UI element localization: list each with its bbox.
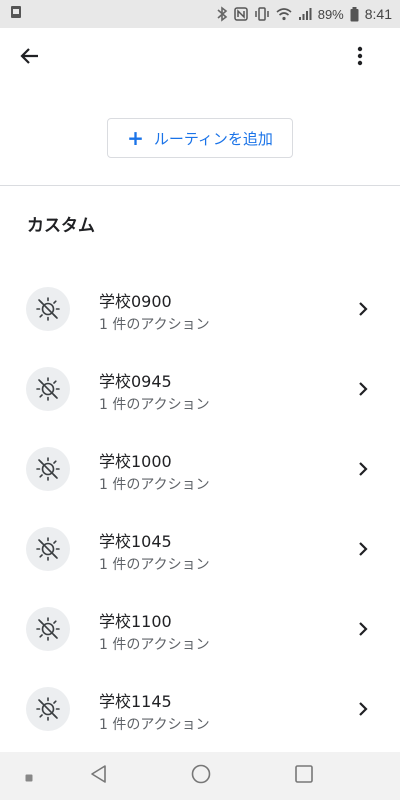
chevron-right-icon: [356, 699, 370, 719]
recents-dot-icon: [25, 767, 33, 786]
bluetooth-icon: [216, 6, 228, 22]
routine-list: 学校0900 1 件のアクション 学校0945 1 件のアクション 学校1000…: [0, 269, 400, 749]
routine-subtitle: 1 件のアクション: [99, 477, 210, 493]
routine-name: 学校0945: [99, 372, 172, 391]
add-routine-button[interactable]: + ルーティンを追加: [107, 118, 293, 158]
routine-name: 学校1000: [99, 452, 172, 471]
status-left: [8, 4, 24, 24]
status-right: 89% 8:41: [216, 6, 392, 22]
routine-sun-off-icon: [26, 607, 70, 651]
vibrate-icon: [254, 7, 270, 21]
back-triangle-icon: [89, 764, 109, 788]
chevron-right-icon: [356, 539, 370, 559]
home-circle-icon: [191, 764, 211, 788]
chevron-right-icon: [356, 459, 370, 479]
routine-subtitle: 1 件のアクション: [99, 717, 210, 733]
routine-subtitle: 1 件のアクション: [99, 397, 210, 413]
routine-sun-off-icon: [26, 447, 70, 491]
routine-item[interactable]: 学校0900 1 件のアクション: [0, 269, 400, 349]
routine-sun-off-icon: [26, 687, 70, 731]
wifi-icon: [276, 7, 292, 21]
system-nav-bar: [0, 752, 400, 800]
routine-item[interactable]: 学校1145 1 件のアクション: [0, 669, 400, 749]
routine-name: 学校1100: [99, 612, 172, 631]
routine-sun-off-icon: [26, 527, 70, 571]
nfc-icon: [233, 7, 248, 21]
section-title: カスタム: [27, 216, 95, 236]
more-vert-icon: [357, 46, 363, 70]
routine-name: 学校1145: [99, 692, 172, 711]
divider: [0, 185, 400, 186]
status-bar: 89% 8:41: [0, 0, 400, 28]
nav-home-button[interactable]: [186, 752, 216, 800]
more-options-button[interactable]: [348, 40, 372, 76]
signal-icon: [298, 7, 312, 21]
routine-subtitle: 1 件のアクション: [99, 317, 210, 333]
overview-square-icon: [294, 764, 314, 788]
routine-item[interactable]: 学校1100 1 件のアクション: [0, 589, 400, 669]
routine-subtitle: 1 件のアクション: [99, 637, 210, 653]
routine-name: 学校1045: [99, 532, 172, 551]
chevron-right-icon: [356, 299, 370, 319]
nav-overview-button[interactable]: [289, 752, 319, 800]
add-routine-label: ルーティンを追加: [153, 129, 273, 148]
app-bar: [0, 28, 400, 86]
routine-name: 学校0900: [99, 292, 172, 311]
nav-back-button[interactable]: [84, 752, 114, 800]
routine-item[interactable]: 学校1045 1 件のアクション: [0, 509, 400, 589]
back-button[interactable]: [12, 40, 48, 76]
recents-dot-button[interactable]: [18, 752, 40, 800]
routine-sun-off-icon: [26, 287, 70, 331]
arrow-back-icon: [20, 46, 40, 70]
routine-item[interactable]: 学校0945 1 件のアクション: [0, 349, 400, 429]
routine-sun-off-icon: [26, 367, 70, 411]
routine-item[interactable]: 学校1000 1 件のアクション: [0, 429, 400, 509]
battery-percent: 89%: [317, 6, 344, 22]
chevron-right-icon: [356, 379, 370, 399]
clock: 8:41: [364, 6, 392, 22]
sim-icon: [8, 4, 24, 24]
chevron-right-icon: [356, 619, 370, 639]
routine-subtitle: 1 件のアクション: [99, 557, 210, 573]
plus-icon: +: [127, 126, 144, 150]
battery-icon: [350, 6, 359, 22]
